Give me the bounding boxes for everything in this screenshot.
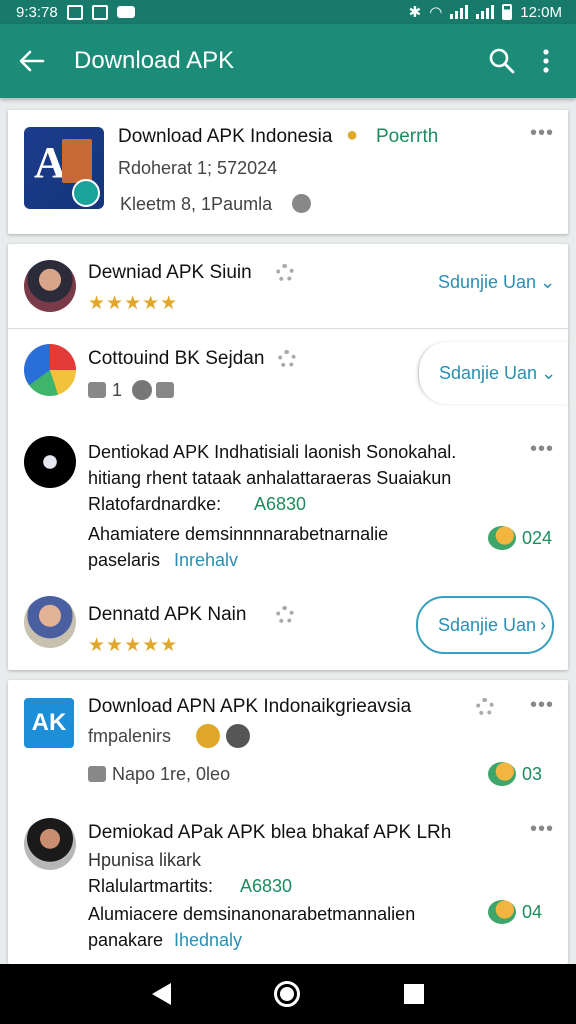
follow-button[interactable]: Sdunjie Uan ⌄: [438, 272, 555, 293]
share-icon: [156, 382, 174, 398]
chevron-icon: ›: [540, 614, 547, 635]
item-text-line: Rlatofardnardke:: [88, 494, 222, 514]
signal-icon: [476, 5, 495, 19]
item-value: A6830: [240, 876, 293, 896]
like-icon: [88, 382, 106, 398]
item-text-line: Alumiacere demsinanonarabetmannalien: [88, 904, 416, 924]
more-horiz-icon[interactable]: •••: [530, 694, 554, 717]
rating-stars: ★★★★★: [88, 635, 179, 656]
battery-icon: [502, 4, 513, 20]
like-icon: [88, 766, 106, 782]
item-text-line: paselaris: [88, 550, 161, 570]
item-text-line: Dentiokad APK Indhatisiali laonish Sonok…: [88, 442, 457, 462]
item-subtitle: fmpalenirs: [88, 726, 172, 746]
app-bar: Download APK: [0, 24, 576, 98]
app-logo: A: [24, 127, 104, 209]
nav-back-icon[interactable]: [151, 983, 171, 1005]
emoji-icon: ●: [346, 124, 359, 146]
avatar: [24, 344, 76, 396]
featured-subtitle: Rdoherat 1; 572024: [118, 158, 278, 178]
gear-icon: [276, 264, 294, 282]
item-title: Dewniad APK Siuin: [88, 262, 252, 283]
follow-button[interactable]: Sdanjie Uan ⌄: [418, 342, 568, 404]
list-item[interactable]: Dentiokad APK Indhatisiali laonish Sonok…: [8, 420, 568, 578]
item-title: Dennatd APK Nain: [88, 604, 247, 625]
item-text-line: panakare: [88, 930, 164, 950]
rating-stars: ★★★★★: [88, 293, 179, 314]
avatar: [226, 724, 250, 748]
item-text-line: hitiang rhent tataak anhalattaraeras Sua…: [88, 468, 452, 488]
item-meta: Napo 1re, 0leo: [112, 764, 231, 784]
reaction-icon: [488, 526, 516, 550]
featured-title: Download APK Indonesia: [118, 126, 333, 147]
reaction-count: 03: [488, 762, 542, 786]
page-title: Download APK: [74, 47, 235, 74]
reaction-icon: [488, 900, 516, 924]
signal-icon: [450, 5, 469, 19]
status-time-right: 12:0M: [520, 3, 562, 21]
developer-list-card: Dewniad APK Siuin ★★★★★ Sdunjie Uan ⌄ Co…: [8, 244, 568, 670]
gear-icon: [278, 350, 296, 368]
reaction-count: 04: [488, 900, 542, 924]
gear-icon: [276, 606, 294, 624]
app-logo: AK: [24, 698, 74, 748]
arrow-back-icon: [19, 50, 45, 72]
item-value: A6830: [254, 494, 307, 514]
app-list-card: AK Download APN APK Indonaikgrieavsia ••…: [8, 680, 568, 964]
item-text-line: Ahamiatere demsinnnnarabetnarnalie: [88, 524, 389, 544]
follow-button[interactable]: Sdanjie Uan ›: [416, 596, 554, 654]
notification-icon: [66, 4, 83, 20]
emoji-icon: [132, 380, 152, 400]
list-item[interactable]: Dewniad APK Siuin ★★★★★ Sdunjie Uan ⌄: [8, 244, 568, 328]
list-item[interactable]: AK Download APN APK Indonaikgrieavsia ••…: [8, 680, 568, 802]
stat-count: 1: [112, 380, 123, 400]
list-item[interactable]: Demiokad APak APK blea bhakaf APK LRh ••…: [8, 802, 568, 964]
verified-icon: [292, 194, 311, 213]
avatar: [24, 596, 76, 648]
avatar: [24, 436, 76, 488]
item-link[interactable]: Inrehalv: [174, 550, 238, 571]
chevron-down-icon: ⌄: [541, 362, 557, 383]
item-text-line: Hpunisa likark: [88, 850, 202, 870]
avatar: [24, 260, 76, 312]
item-title: Download APN APK Indonaikgrieavsia: [88, 696, 412, 717]
item-text-line: Rlalulartmartits:: [88, 876, 214, 896]
message-icon: [116, 6, 135, 18]
item-link[interactable]: Ihednaly: [174, 930, 242, 951]
avatar: [24, 818, 76, 870]
bluetooth-icon: ✱: [408, 4, 422, 21]
system-navigation-bar: [0, 964, 576, 1024]
search-icon: [489, 48, 515, 74]
search-button[interactable]: [478, 37, 526, 85]
more-vert-icon: [543, 49, 549, 73]
wifi-icon: ◠: [429, 4, 443, 21]
more-horiz-icon[interactable]: •••: [530, 438, 554, 461]
list-item[interactable]: Cottouind BK Sejdan 1 Sdanjie Uan ⌄: [8, 328, 568, 420]
item-title: Demiokad APak APK blea bhakaf APK LRh: [88, 822, 452, 843]
more-horiz-icon[interactable]: •••: [530, 122, 554, 145]
featured-app-card[interactable]: A Download APK Indonesia ● Poerrth ••• R…: [8, 110, 568, 234]
reaction-icon: [488, 762, 516, 786]
featured-badge: Poerrth: [376, 126, 439, 147]
nav-home-icon[interactable]: [274, 981, 301, 1007]
status-bar: 9:3:78 ✱ ◠ 12:0M: [0, 0, 576, 24]
status-time-left: 9:3:78: [16, 3, 58, 21]
more-options-button[interactable]: [526, 37, 566, 85]
gear-icon: [476, 698, 494, 716]
notification-icon: [91, 4, 108, 20]
reaction-count: 024: [488, 526, 552, 550]
nav-recents-icon[interactable]: [404, 984, 425, 1004]
list-item[interactable]: Dennatd APK Nain ★★★★★ Sdanjie Uan ›: [8, 578, 568, 670]
back-button[interactable]: [2, 31, 62, 91]
featured-meta: Kleetm 8, 1Paumla: [120, 194, 273, 214]
item-title: Cottouind BK Sejdan: [88, 348, 265, 369]
more-horiz-icon[interactable]: •••: [530, 818, 554, 841]
emoji-icon: [196, 724, 220, 748]
chevron-down-icon: ⌄: [540, 272, 556, 292]
